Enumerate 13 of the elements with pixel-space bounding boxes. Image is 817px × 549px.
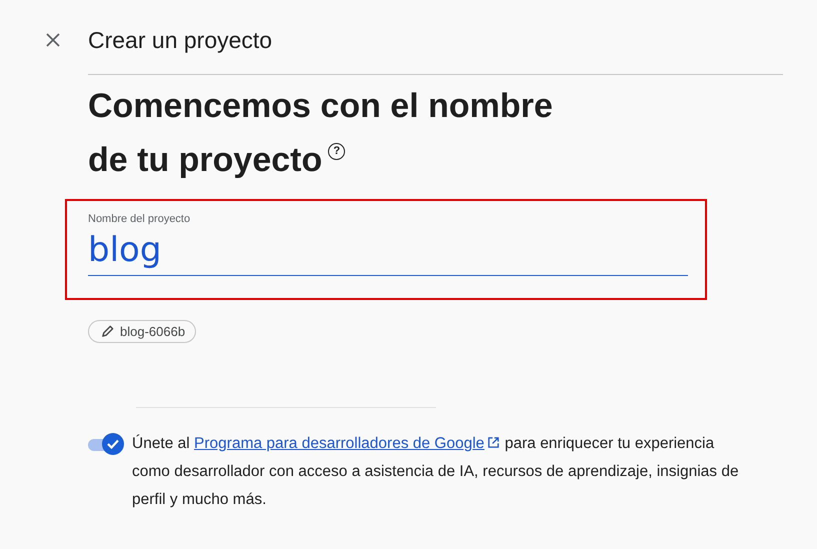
- page-heading: de tu proyecto: [88, 141, 322, 179]
- project-name-field[interactable]: blog: [88, 225, 688, 276]
- help-icon[interactable]: ?: [328, 143, 346, 160]
- project-id-chip[interactable]: blog-6066b: [88, 320, 196, 343]
- dialog-title: Crear un proyecto: [88, 26, 272, 54]
- program-link[interactable]: Programa para desarrolladores de Google: [194, 435, 500, 452]
- program-toggle[interactable]: [88, 433, 124, 455]
- external-link-icon: [487, 436, 500, 449]
- check-icon: [107, 439, 119, 449]
- pencil-icon: [101, 325, 114, 338]
- program-description: Únete al Programa para desarrolladores de Google para enriquecer tu experiencia como desarrollador con acceso a asistencia de IA, recursos de aprendizaje, insignias de perfil y mucho más.: [132, 434, 740, 510]
- field-label: Nombre del proyecto: [88, 213, 192, 225]
- page-heading: Comencemos con el nombre: [88, 87, 553, 125]
